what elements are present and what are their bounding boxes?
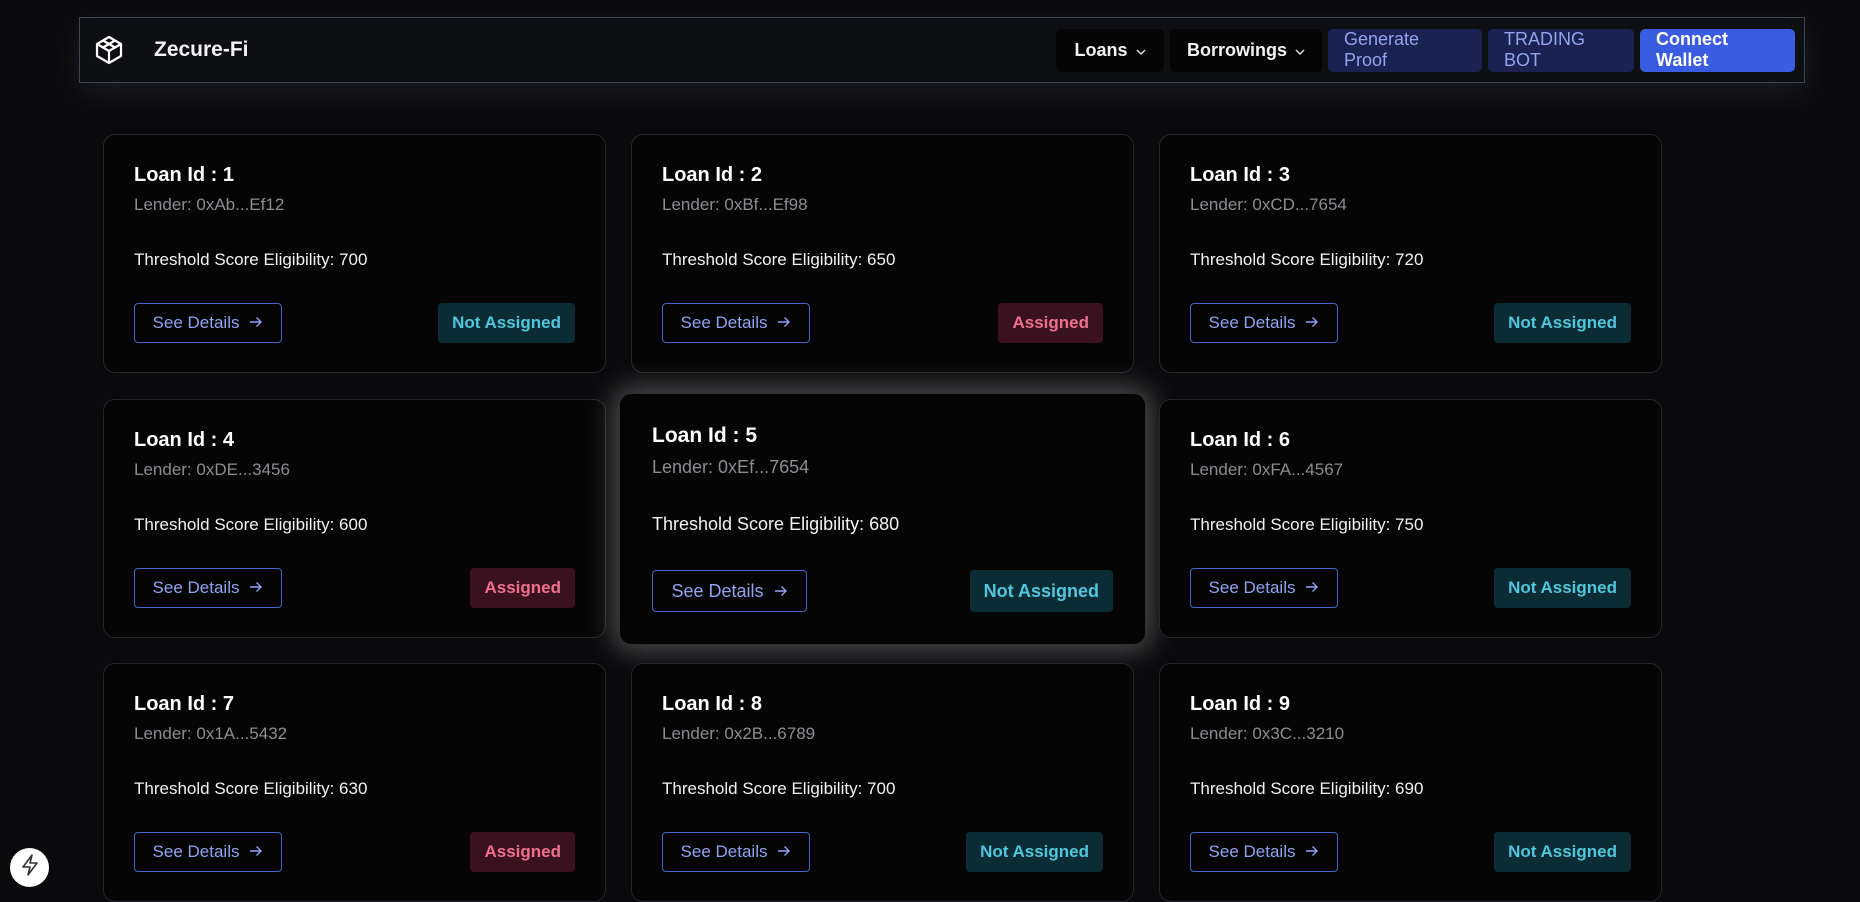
see-details-button[interactable]: See Details [1190,303,1338,343]
arrow-right-icon [249,578,263,598]
see-details-button[interactable]: See Details [134,832,282,872]
see-details-label: See Details [680,313,768,332]
navbar: Zecure-Fi Loans Borrowings Generate Proo… [79,17,1805,83]
loan-lender: Lender: 0x3C...3210 [1190,724,1345,743]
loan-threshold: Threshold Score Eligibility: 690 [1190,779,1424,798]
loan-card: Loan Id : 8 Lender: 0x2B...6789 Threshol… [631,663,1134,902]
status-badge: Assigned [998,303,1103,343]
arrow-right-icon [1305,842,1319,862]
loans-dropdown[interactable]: Loans [1056,28,1164,72]
lightning-icon [20,854,40,881]
status-badge: Assigned [470,568,575,608]
borrowings-dropdown-label: Borrowings [1186,39,1287,60]
loan-title: Loan Id : 4 [134,429,234,451]
see-details-label: See Details [1208,578,1296,597]
status-badge: Not Assigned [1494,303,1631,343]
loan-card: Loan Id : 6 Lender: 0xFA...4567 Threshol… [1159,399,1662,638]
loan-threshold: Threshold Score Eligibility: 630 [134,779,368,798]
trading-bot-button[interactable]: TRADING BOT [1488,28,1634,72]
loan-lender: Lender: 0xAb...Ef12 [134,195,285,214]
arrow-right-icon [249,313,263,333]
arrow-right-icon [1305,313,1319,333]
loan-card: Loan Id : 9 Lender: 0x3C...3210 Threshol… [1159,663,1662,902]
status-badge: Not Assigned [1494,568,1631,608]
connect-wallet-button[interactable]: Connect Wallet [1640,28,1795,72]
loan-threshold: Threshold Score Eligibility: 650 [662,250,896,269]
loan-threshold: Threshold Score Eligibility: 680 [652,514,900,534]
status-badge: Not Assigned [1494,832,1631,872]
see-details-label: See Details [1208,842,1296,861]
loan-lender: Lender: 0xCD...7654 [1190,195,1347,214]
loan-threshold: Threshold Score Eligibility: 600 [134,515,368,534]
see-details-label: See Details [152,313,240,332]
generate-proof-button[interactable]: Generate Proof [1328,28,1482,72]
loan-title: Loan Id : 9 [1190,693,1290,715]
borrowings-dropdown[interactable]: Borrowings [1170,28,1322,72]
loan-title: Loan Id : 2 [662,164,762,186]
see-details-label: See Details [671,580,764,601]
arrow-right-icon [1305,578,1319,598]
status-badge: Assigned [470,832,575,872]
loan-lender: Lender: 0xEf...7654 [652,457,810,477]
loan-title: Loan Id : 5 [652,424,757,447]
loan-title: Loan Id : 3 [1190,164,1290,186]
loan-card: Loan Id : 3 Lender: 0xCD...7654 Threshol… [1159,134,1662,373]
see-details-label: See Details [680,842,768,861]
see-details-button[interactable]: See Details [662,303,810,343]
loan-threshold: Threshold Score Eligibility: 750 [1190,515,1424,534]
see-details-label: See Details [152,842,240,861]
brand-name: Zecure-Fi [154,38,249,61]
see-details-button[interactable]: See Details [652,570,807,612]
loan-card: Loan Id : 7 Lender: 0x1A...5432 Threshol… [103,663,606,902]
see-details-button[interactable]: See Details [134,568,282,608]
arrow-right-icon [777,313,791,333]
arrow-right-icon [777,842,791,862]
status-badge: Not Assigned [969,570,1113,612]
see-details-button[interactable]: See Details [662,832,810,872]
loan-title: Loan Id : 8 [662,693,762,715]
loan-lender: Lender: 0xFA...4567 [1190,460,1344,479]
loan-card: Loan Id : 2 Lender: 0xBf...Ef98 Threshol… [631,134,1134,373]
cube-logo-icon[interactable] [92,33,126,67]
loan-card: Loan Id : 4 Lender: 0xDE...3456 Threshol… [103,399,606,638]
see-details-button[interactable]: See Details [1190,832,1338,872]
loan-threshold: Threshold Score Eligibility: 720 [1190,250,1424,269]
loan-title: Loan Id : 6 [1190,429,1290,451]
loan-threshold: Threshold Score Eligibility: 700 [662,779,896,798]
loan-threshold: Threshold Score Eligibility: 700 [134,250,368,269]
see-details-label: See Details [152,578,240,597]
loan-card: Loan Id : 1 Lender: 0xAb...Ef12 Threshol… [103,134,606,373]
arrow-right-icon [774,581,788,602]
loan-lender: Lender: 0xDE...3456 [134,460,290,479]
chevron-down-icon [1135,40,1146,61]
loan-title: Loan Id : 7 [134,693,234,715]
nav-actions: Loans Borrowings Generate Proof TRADING … [1056,28,1795,72]
loan-lender: Lender: 0xBf...Ef98 [662,195,808,214]
dev-tools-button[interactable] [10,848,49,887]
chevron-down-icon [1295,40,1305,61]
see-details-label: See Details [1208,313,1296,332]
see-details-button[interactable]: See Details [1190,568,1338,608]
loan-lender: Lender: 0x2B...6789 [662,724,816,743]
see-details-button[interactable]: See Details [134,303,282,343]
status-badge: Not Assigned [438,303,575,343]
loans-dropdown-label: Loans [1074,39,1128,60]
status-badge: Not Assigned [966,832,1103,872]
loan-card-highlighted[interactable]: Loan Id : 5 Lender: 0xEf...7654 Threshol… [619,393,1146,645]
loan-lender: Lender: 0x1A...5432 [134,724,288,743]
arrow-right-icon [249,842,263,862]
loan-title: Loan Id : 1 [134,164,234,186]
